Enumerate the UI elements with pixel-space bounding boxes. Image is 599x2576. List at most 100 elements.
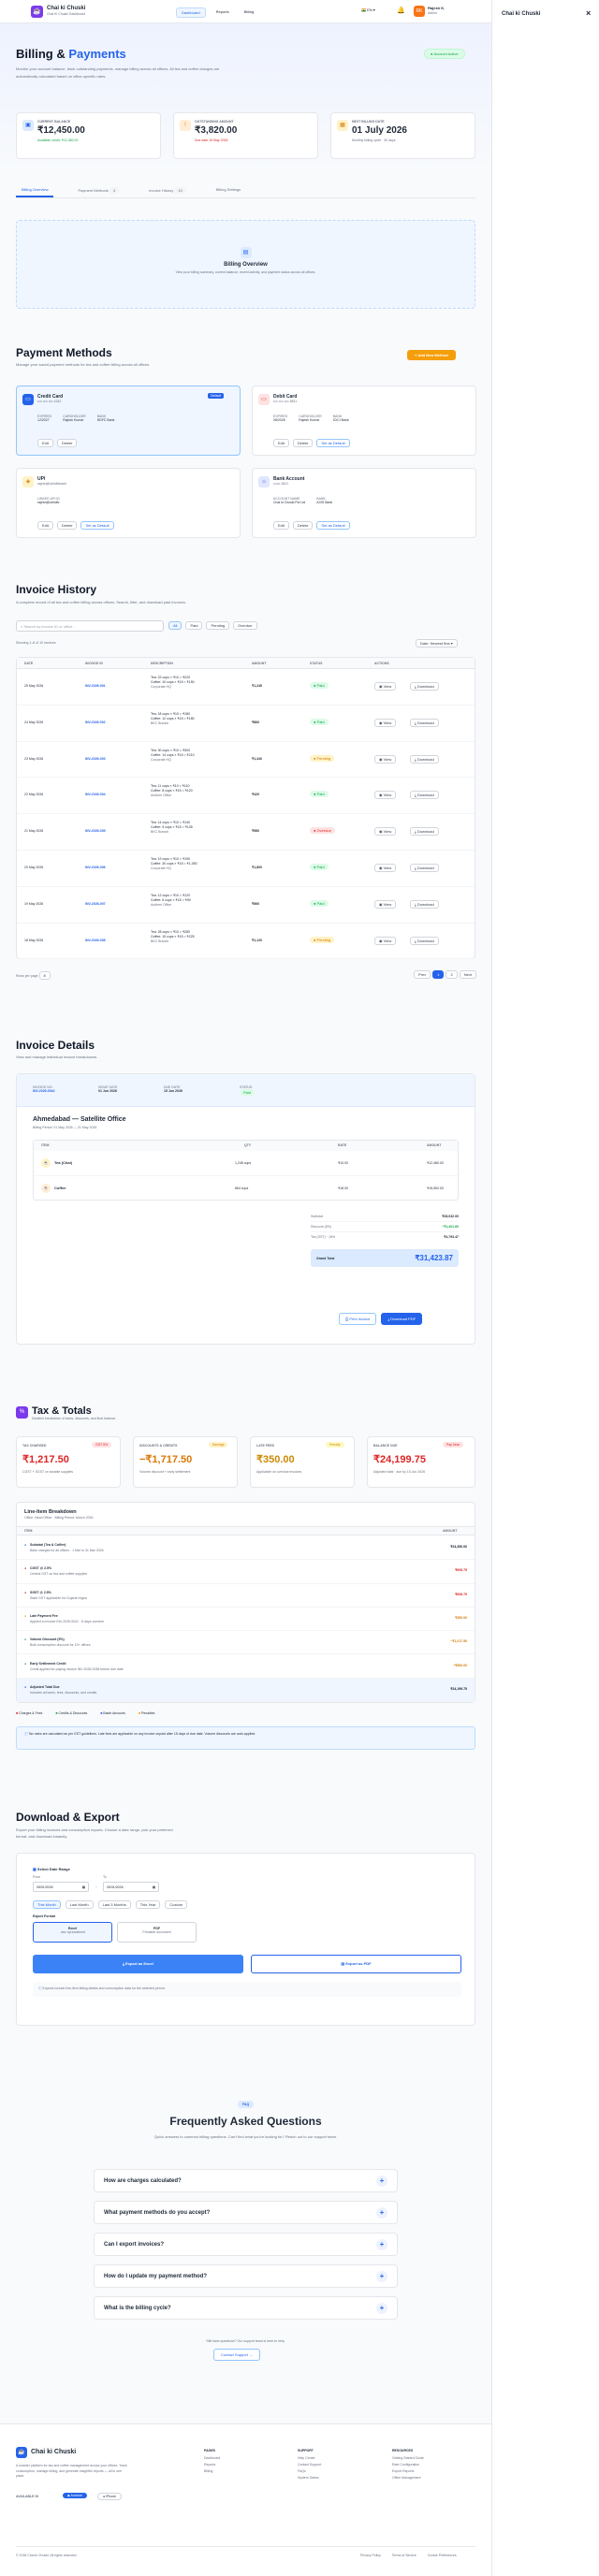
download-button[interactable]: ⤓ Download — [410, 754, 439, 764]
payment-card-credit[interactable]: ▭ Credit Card •••• •••• •••• 4242 Defaul… — [16, 386, 241, 456]
nav-dashboard[interactable]: Dashboard — [176, 7, 206, 18]
footer-link[interactable]: Rate Configuration — [392, 2463, 424, 2467]
prev-page-button[interactable]: Prev — [414, 970, 431, 979]
view-button[interactable]: ◉ View — [374, 791, 397, 800]
row-invoice-id[interactable]: INV-2026-003 — [85, 757, 106, 761]
view-button[interactable]: ◉ View — [374, 718, 397, 727]
bell-icon[interactable]: 🔔 — [397, 7, 405, 14]
set-default-button[interactable]: Set as Default — [316, 521, 350, 530]
row-invoice-id[interactable]: INV-2026-004 — [85, 793, 106, 796]
contact-support-button[interactable]: Contact Support → — [213, 2349, 261, 2361]
row-invoice-id[interactable]: INV-2026-002 — [85, 720, 106, 724]
app-logo-icon[interactable]: ☕ — [31, 6, 43, 18]
payment-card-bank[interactable]: ⌂ Bank Account •••••• 4521 ACCOUNT NAME C… — [252, 468, 476, 538]
export-pdf-button[interactable]: ▤ Export as PDF — [251, 1955, 461, 1973]
page-1-button[interactable]: 1 — [432, 970, 445, 979]
terms-link[interactable]: Terms of Service — [392, 2554, 416, 2557]
next-page-button[interactable]: Next — [459, 970, 476, 979]
footer-link[interactable]: System Status — [298, 2476, 321, 2480]
language-selector[interactable]: 🇮🇳 EN ▾ — [361, 7, 375, 12]
from-date-input[interactable]: 05/01/2026 ▦ — [33, 1882, 89, 1892]
view-button[interactable]: ◉ View — [374, 936, 397, 945]
faq-item[interactable]: What is the billing cycle? + — [94, 2296, 398, 2320]
edit-button[interactable]: Edit — [273, 521, 289, 530]
footer-link[interactable]: Export Reports — [392, 2469, 424, 2473]
download-button[interactable]: ⤓ Download — [410, 682, 439, 691]
row-invoice-id[interactable]: INV-2026-001 — [85, 684, 106, 688]
footer-link[interactable]: Getting Started Guide — [392, 2456, 424, 2460]
privacy-link[interactable]: Privacy Policy — [360, 2554, 381, 2557]
print-invoice-button[interactable]: ⎙ Print Invoice — [339, 1313, 377, 1325]
set-default-button[interactable]: Set as Default — [80, 521, 114, 530]
download-button[interactable]: ⤓ Download — [410, 827, 439, 837]
tab-billing-overview[interactable]: Billing Overview — [16, 185, 54, 197]
filter-all[interactable]: All — [168, 621, 183, 630]
add-method-button[interactable]: + Add New Method — [407, 350, 456, 360]
close-icon[interactable]: × — [586, 8, 591, 18]
preset-this-month[interactable]: This Month — [33, 1900, 61, 1909]
row-invoice-id[interactable]: INV-2026-006 — [85, 866, 106, 869]
download-button[interactable]: ⤓ Download — [410, 936, 439, 945]
set-default-button[interactable]: Set as Default — [316, 439, 350, 447]
faq-item[interactable]: What payment methods do you accept? + — [94, 2201, 398, 2224]
footer-link[interactable]: FAQs — [298, 2469, 321, 2473]
view-button[interactable]: ◉ View — [374, 899, 397, 909]
download-pdf-button[interactable]: ⤓ Download PDF — [381, 1313, 423, 1325]
download-button[interactable]: ⤓ Download — [410, 864, 439, 872]
export-excel-button[interactable]: ⤓ Export as Excel — [33, 1955, 243, 1973]
nav-billing[interactable]: Billing — [240, 7, 259, 18]
faq-item[interactable]: How do I update my payment method? + — [94, 2264, 398, 2288]
tab-invoice-history[interactable]: Invoice History 10 — [143, 185, 192, 197]
faq-item[interactable]: How are charges calculated? + — [94, 2169, 398, 2192]
filter-overdue[interactable]: Overdue — [233, 621, 257, 630]
payment-card-upi[interactable]: ◈ UPI rajesh@okhdfcbank LINKED UPI ID raj… — [16, 468, 241, 538]
footer-link[interactable]: Help Center — [298, 2456, 321, 2460]
row-invoice-id[interactable]: INV-2026-005 — [85, 829, 106, 833]
edit-button[interactable]: Edit — [273, 439, 289, 447]
tab-payment-methods[interactable]: Payment Methods 4 — [72, 185, 124, 197]
edit-button[interactable]: Edit — [37, 439, 53, 447]
delete-button[interactable]: Delete — [292, 521, 314, 530]
nav-reports[interactable]: Reports — [212, 7, 234, 18]
footer-link[interactable]: Dashboard — [204, 2456, 220, 2460]
download-button[interactable]: ⤓ Download — [410, 718, 439, 727]
delete-button[interactable]: Delete — [56, 521, 78, 530]
filter-paid[interactable]: Paid — [185, 621, 203, 630]
footer-link[interactable]: Billing — [204, 2469, 220, 2473]
view-button[interactable]: ◉ View — [374, 682, 397, 691]
cookie-link[interactable]: Cookie Preferences — [428, 2554, 457, 2557]
delete-button[interactable]: Delete — [292, 439, 314, 447]
payment-card-debit[interactable]: ▭ Debit Card •••• •••• •••• 8811 EXPIRES… — [252, 386, 476, 456]
footer-link[interactable]: Office Management — [392, 2476, 424, 2480]
faq-item[interactable]: Can I export invoices? + — [94, 2233, 398, 2256]
download-button[interactable]: ⤓ Download — [410, 899, 439, 909]
filter-pending[interactable]: Pending — [206, 621, 230, 630]
view-button[interactable]: ◉ View — [374, 864, 397, 872]
preset-last-month[interactable]: Last Month — [65, 1900, 94, 1909]
android-store-button[interactable]: ◆ Android — [63, 2493, 87, 2498]
footer-link[interactable]: Reports — [204, 2463, 220, 2467]
download-button[interactable]: ⤓ Download — [410, 791, 439, 800]
avatar[interactable]: RK — [414, 6, 425, 17]
row-invoice-id[interactable]: INV-2026-008 — [85, 939, 106, 942]
sort-select[interactable]: Date: Newest first ▾ — [416, 639, 458, 648]
tab-billing-settings[interactable]: Billing Settings — [211, 185, 246, 197]
format-excel[interactable]: Excel .xlsx spreadsheet — [33, 1922, 112, 1943]
col-date[interactable]: DATE — [24, 662, 33, 665]
footer-link[interactable]: Contact Support — [298, 2463, 321, 2467]
row-invoice-id[interactable]: INV-2026-007 — [85, 902, 106, 906]
edit-button[interactable]: Edit — [37, 521, 53, 530]
page-2-button[interactable]: 2 — [446, 970, 458, 979]
col-amount[interactable]: AMOUNT — [252, 662, 266, 665]
col-invoice-id[interactable]: INVOICE ID — [85, 662, 103, 665]
delete-button[interactable]: Delete — [56, 439, 78, 447]
format-pdf[interactable]: PDF Printable document — [117, 1922, 197, 1943]
search-input[interactable]: ⌕ Search by invoice ID or office... — [16, 620, 164, 632]
view-button[interactable]: ◉ View — [374, 754, 397, 764]
view-button[interactable]: ◉ View — [374, 827, 397, 837]
iphone-store-button[interactable]: ● iPhone — [97, 2493, 123, 2500]
rpp-select[interactable]: 8 — [38, 971, 51, 980]
to-date-input[interactable]: 05/31/2026 ▦ — [103, 1882, 159, 1892]
preset-last-3-months[interactable]: Last 3 Months — [97, 1900, 131, 1909]
preset-this-year[interactable]: This Year — [135, 1900, 161, 1909]
